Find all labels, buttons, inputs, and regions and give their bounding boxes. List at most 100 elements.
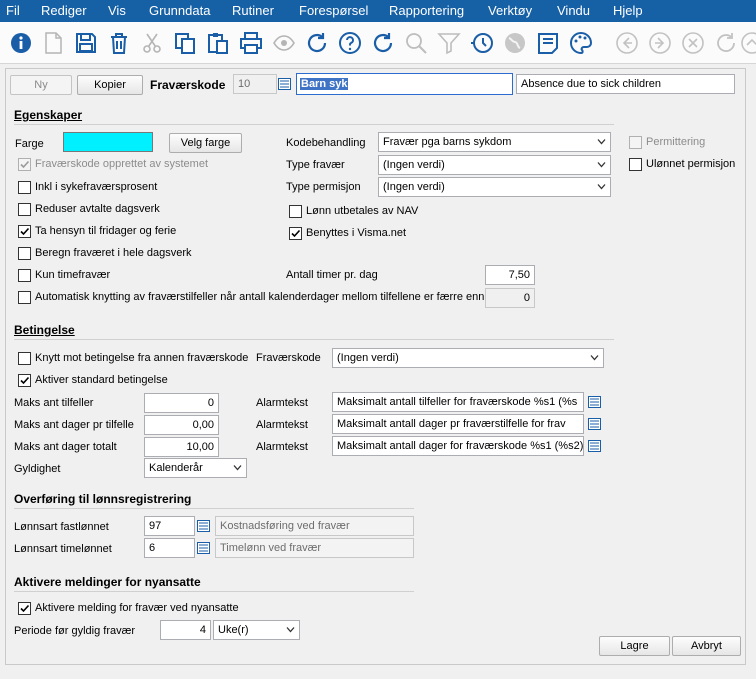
menu-grunndata[interactable]: Grunndata — [149, 3, 210, 18]
max-cases-field[interactable]: 0 — [144, 393, 219, 413]
menu-foresporsel[interactable]: Forespørsel — [299, 3, 368, 18]
hours-per-day-label: Antall timer pr. dag — [286, 269, 378, 281]
validity-label: Gyldighet — [14, 463, 61, 475]
cut-icon[interactable] — [139, 30, 165, 56]
standard-condition-checkbox[interactable] — [18, 374, 31, 387]
hours-per-day-field[interactable]: 7,50 — [485, 265, 535, 285]
cond-fravaerskode-label: Fraværskode — [256, 352, 321, 364]
type-fravaer-select[interactable]: (Ingen verdi) — [378, 155, 611, 175]
refresh-icon[interactable] — [304, 30, 330, 56]
help-icon[interactable] — [337, 30, 363, 56]
cancel-button[interactable]: Avbryt — [672, 636, 741, 656]
menu-vindu[interactable]: Vindu — [557, 3, 590, 18]
unpaid-leave-checkbox[interactable] — [629, 158, 642, 171]
copy-icon[interactable] — [172, 30, 198, 56]
name-field[interactable]: Barn syk — [296, 73, 513, 95]
code-lookup-icon[interactable] — [275, 74, 293, 94]
menu-vis[interactable]: Vis — [108, 3, 126, 18]
visma-checkbox[interactable] — [289, 227, 302, 240]
new-document-icon[interactable] — [40, 30, 66, 56]
validity-select[interactable]: Kalenderår — [144, 458, 247, 478]
undo-icon[interactable] — [713, 30, 739, 56]
notes-icon[interactable] — [535, 30, 561, 56]
betingelse-divider — [14, 339, 614, 340]
alarm1-field[interactable]: Maksimalt antall tilfeller for fraværsko… — [332, 392, 584, 412]
fixed-wage-lookup-icon[interactable] — [194, 516, 212, 536]
alarm3-lookup-icon[interactable] — [585, 436, 603, 456]
new-button[interactable]: Ny — [10, 75, 72, 95]
holidays-checkbox[interactable] — [18, 225, 31, 238]
system-created-checkbox[interactable] — [18, 158, 31, 171]
color-swatch[interactable] — [63, 132, 153, 152]
refresh-alt-icon[interactable] — [370, 30, 396, 56]
choose-color-button[interactable]: Velg farge — [169, 133, 242, 153]
save-icon[interactable] — [73, 30, 99, 56]
menu-hjelp[interactable]: Hjelp — [613, 3, 643, 18]
copy-button[interactable]: Kopier — [77, 75, 143, 95]
type-permisjon-label: Type permisjon — [286, 181, 361, 193]
hourly-wage-lookup-icon[interactable] — [194, 538, 212, 558]
globe-icon[interactable] — [502, 30, 528, 56]
auto-link-checkbox[interactable] — [18, 291, 31, 304]
back-icon[interactable] — [614, 30, 640, 56]
menu-rediger[interactable]: Rediger — [41, 3, 87, 18]
hourly-wage-description: Timelønn ved fravær — [215, 538, 414, 558]
preview-icon[interactable] — [271, 30, 297, 56]
menu-rutiner[interactable]: Rutiner — [232, 3, 274, 18]
meldinger-divider — [14, 591, 414, 592]
alarm2-lookup-icon[interactable] — [585, 414, 603, 434]
alarm2-field[interactable]: Maksimalt antall dager pr fraværstilfell… — [332, 414, 584, 434]
alarm1-label: Alarmtekst — [256, 397, 308, 409]
period-field[interactable]: 4 — [160, 620, 211, 640]
up-icon[interactable] — [740, 30, 756, 56]
alarm3-field[interactable]: Maksimalt antall dager for fraværskode %… — [332, 436, 584, 456]
paste-icon[interactable] — [205, 30, 231, 56]
type-permisjon-select[interactable]: (Ingen verdi) — [378, 177, 611, 197]
system-created-label: Fraværskode opprettet av systemet — [35, 158, 209, 170]
description-field[interactable]: Absence due to sick children — [516, 74, 735, 94]
alarm1-lookup-icon[interactable] — [585, 392, 603, 412]
auto-link-days-field[interactable]: 0 — [485, 288, 535, 308]
menu-verktoy[interactable]: Verktøy — [488, 3, 532, 18]
link-condition-checkbox[interactable] — [18, 352, 31, 365]
hourly-only-checkbox[interactable] — [18, 269, 31, 282]
period-unit-select[interactable]: Uke(r) — [213, 620, 300, 640]
permittering-checkbox[interactable] — [629, 136, 642, 149]
code-field[interactable]: 10 — [233, 74, 277, 94]
unpaid-leave-label: Ulønnet permisjon — [646, 158, 736, 170]
info-icon[interactable] — [8, 30, 34, 56]
type-permisjon-value: (Ingen verdi) — [383, 181, 445, 193]
auto-link-label: Automatisk knytting av fraværstilfeller … — [35, 291, 485, 303]
kodebehandling-select[interactable]: Fravær pga barns sykdom — [378, 132, 611, 152]
farge-label: Farge — [15, 138, 44, 150]
reduce-workdays-checkbox[interactable] — [18, 203, 31, 216]
close-icon[interactable] — [680, 30, 706, 56]
save-button[interactable]: Lagre — [599, 636, 670, 656]
validity-value: Kalenderår — [149, 462, 203, 474]
nav-pay-label: Lønn utbetales av NAV — [306, 205, 419, 217]
menu-fil[interactable]: Fil — [6, 3, 20, 18]
fravaerskode-label: Fraværskode — [150, 78, 226, 92]
delete-icon[interactable] — [106, 30, 132, 56]
max-days-total-field[interactable]: 10,00 — [144, 437, 219, 457]
max-days-case-field[interactable]: 0,00 — [144, 415, 219, 435]
history-icon[interactable] — [469, 30, 495, 56]
max-days-case-label: Maks ant dager pr tilfelle — [14, 419, 134, 431]
include-sick-leave-checkbox[interactable] — [18, 181, 31, 194]
whole-days-checkbox[interactable] — [18, 247, 31, 260]
egenskaper-divider — [14, 124, 614, 125]
print-icon[interactable] — [238, 30, 264, 56]
period-unit-value: Uke(r) — [218, 624, 249, 636]
forward-icon[interactable] — [647, 30, 673, 56]
filter-icon[interactable] — [436, 30, 462, 56]
name-field-text: Barn syk — [300, 78, 349, 90]
type-fravaer-value: (Ingen verdi) — [383, 159, 445, 171]
hourly-wage-field[interactable]: 6 — [144, 538, 195, 558]
palette-icon[interactable] — [568, 30, 594, 56]
search-icon[interactable] — [403, 30, 429, 56]
cond-fravaerskode-select[interactable]: (Ingen verdi) — [332, 348, 604, 368]
new-hire-message-checkbox[interactable] — [18, 602, 31, 615]
menu-rapportering[interactable]: Rapportering — [389, 3, 464, 18]
nav-pay-checkbox[interactable] — [289, 205, 302, 218]
fixed-wage-field[interactable]: 97 — [144, 516, 195, 536]
